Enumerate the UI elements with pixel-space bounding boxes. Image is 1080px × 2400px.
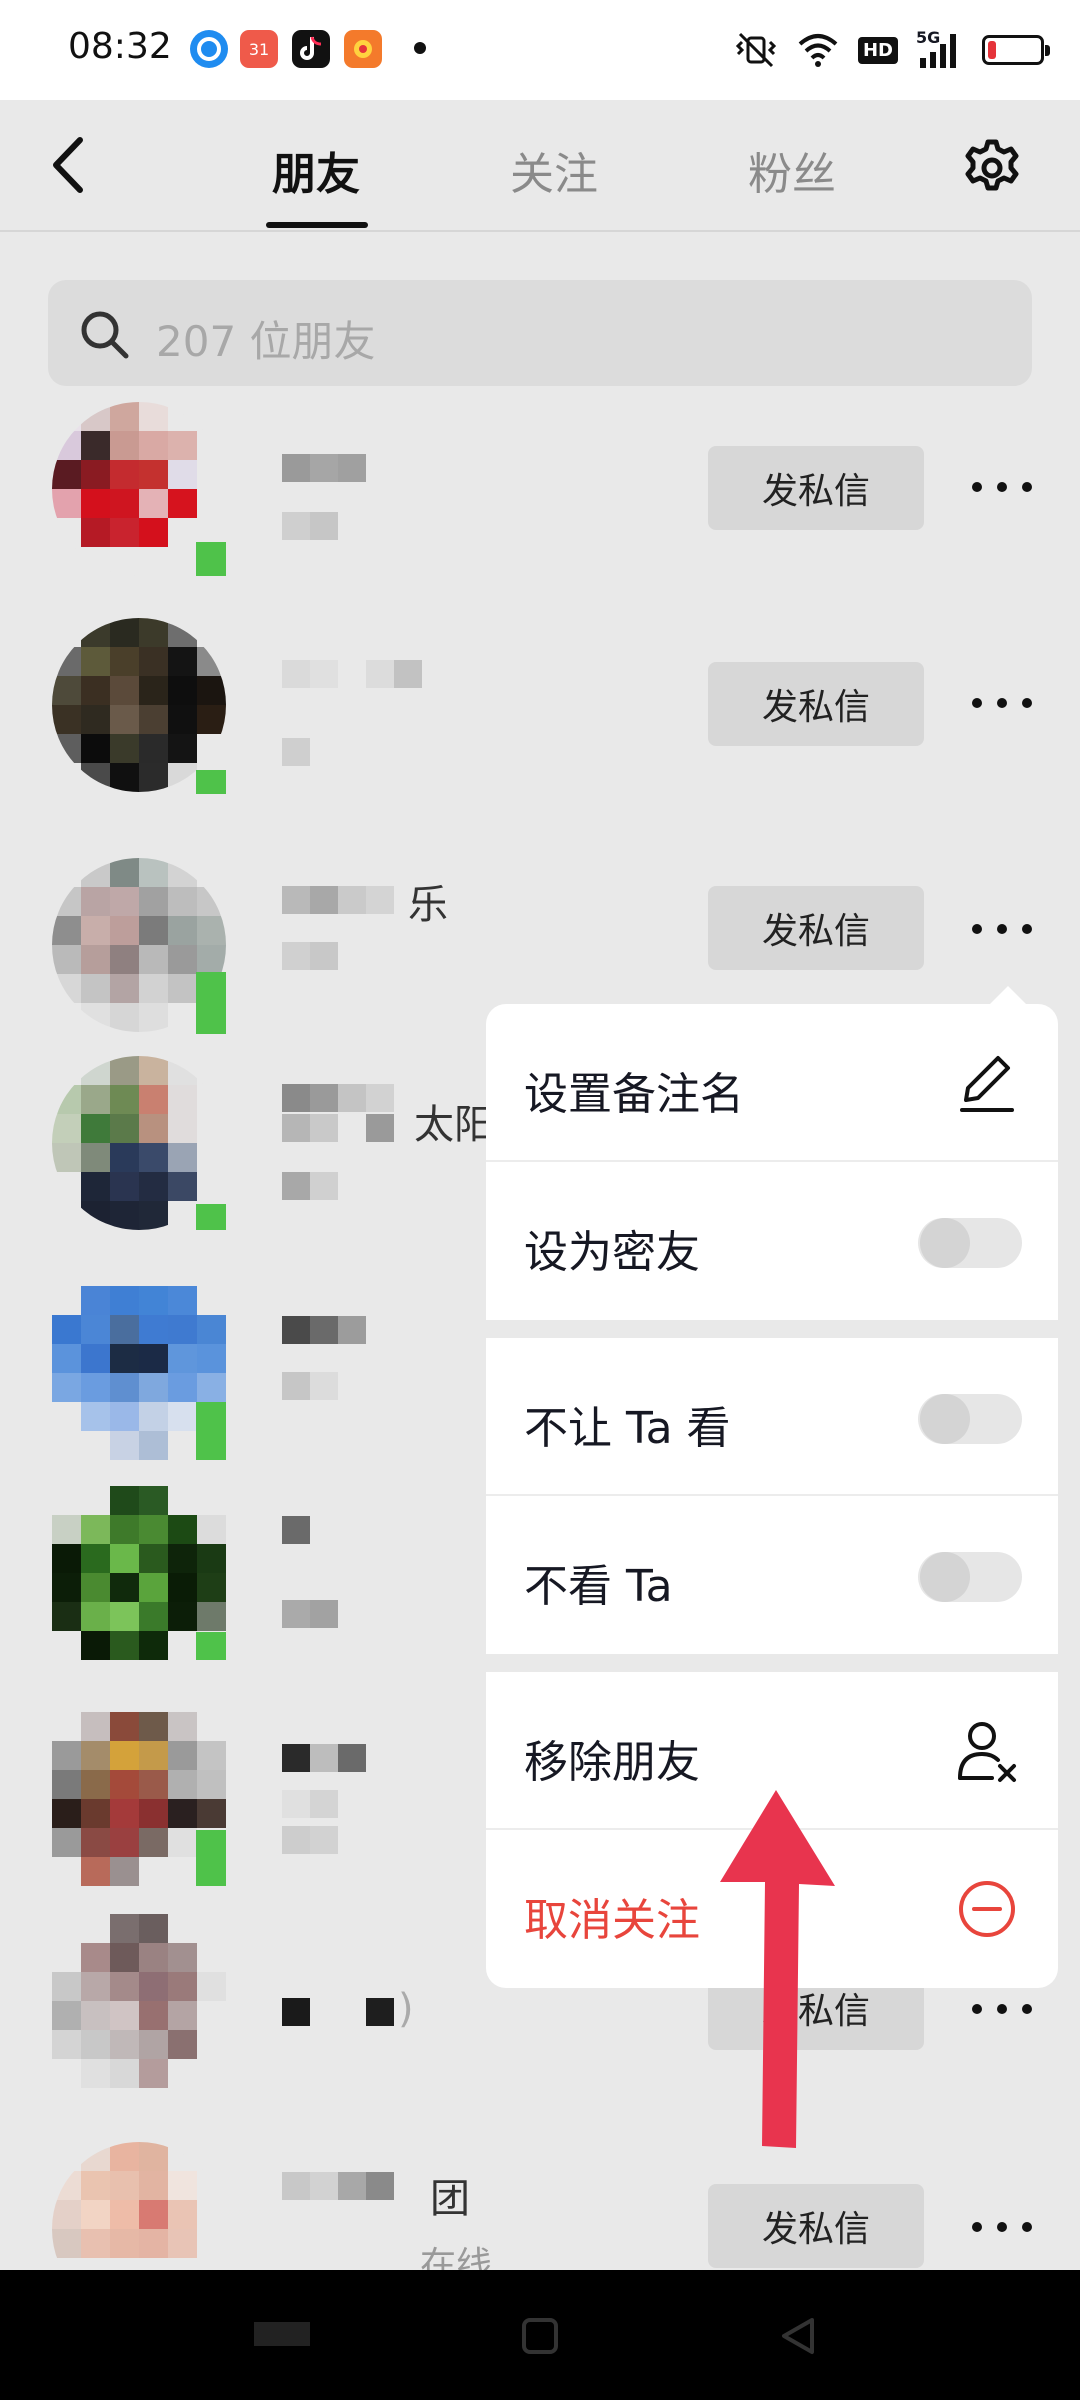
online-indicator — [196, 770, 226, 794]
top-nav: 朋友 关注 粉丝 — [0, 100, 1080, 232]
menu-group-top: 设置备注名 设为密友 — [486, 1004, 1058, 1320]
friend-name-suffix: 乐 — [408, 882, 448, 928]
name-blurred — [282, 886, 394, 916]
menu-item-hide-from-them[interactable]: 不让 Ta 看 — [486, 1338, 1058, 1496]
system-nav-bar — [0, 2270, 1080, 2400]
annotation-arrow — [720, 1790, 835, 2148]
name-blurred — [282, 1998, 394, 2028]
home-button[interactable] — [518, 2314, 562, 2358]
more-options-button[interactable] — [972, 472, 1032, 502]
gear-icon — [965, 139, 1019, 191]
message-button[interactable]: 发私信 — [708, 2184, 924, 2268]
subtitle-blurred — [282, 1372, 338, 1400]
tab-following[interactable]: 关注 — [510, 138, 598, 202]
online-indicator — [196, 1632, 226, 1660]
menu-group-privacy: 不让 Ta 看 不看 Ta — [486, 1338, 1058, 1654]
online-indicator — [196, 1830, 226, 1886]
subtitle-blurred — [282, 1826, 338, 1854]
hd-badge: HD — [857, 36, 898, 64]
menu-label: 取消关注 — [524, 1895, 700, 1946]
friend-name-suffix: ) — [398, 1986, 414, 2032]
message-button[interactable]: 发私信 — [708, 886, 924, 970]
message-button[interactable]: 发私信 — [708, 446, 924, 530]
search-placeholder: 207 位朋友 — [156, 317, 376, 366]
subtitle-blurred — [282, 512, 338, 540]
active-tab-indicator — [266, 222, 368, 228]
subtitle-blurred — [282, 738, 310, 766]
vibrate-icon — [735, 32, 777, 68]
pencil-icon — [960, 1056, 1014, 1112]
search-input[interactable]: 207 位朋友 — [48, 280, 1032, 386]
hide-them-toggle[interactable] — [918, 1552, 1022, 1602]
online-indicator — [196, 972, 226, 1034]
menu-label: 移除朋友 — [524, 1737, 700, 1788]
calendar-icon: 31 — [240, 30, 278, 68]
more-options-button[interactable] — [972, 914, 1032, 944]
avatar[interactable] — [52, 618, 226, 792]
toggle-knob — [920, 1394, 970, 1444]
menu-pointer — [988, 986, 1028, 1006]
battery-icon — [982, 35, 1050, 65]
menu-item-close-friend[interactable]: 设为密友 — [486, 1162, 1058, 1320]
settings-button[interactable] — [962, 138, 1022, 198]
subtitle-blurred — [282, 942, 338, 970]
close-friend-toggle[interactable] — [918, 1218, 1022, 1268]
menu-item-hide-them[interactable]: 不看 Ta — [486, 1496, 1058, 1654]
search-icon — [81, 311, 129, 359]
online-indicator — [196, 542, 226, 576]
friend-name-suffix: 团 — [430, 2176, 470, 2222]
name-blurred — [282, 1114, 394, 1144]
friend-row[interactable]: 团 在线 发私信 — [0, 2142, 1080, 2270]
name-blurred — [282, 660, 422, 690]
name-blurred — [282, 454, 366, 484]
online-indicator — [196, 1204, 226, 1230]
name-blurred — [282, 1744, 366, 1774]
name-blurred — [282, 1316, 366, 1346]
name-blurred — [282, 2172, 394, 2202]
friend-status-text: 在线 — [420, 2245, 493, 2270]
toggle-knob — [920, 1218, 970, 1268]
more-options-button[interactable] — [972, 2212, 1032, 2242]
toggle-knob — [920, 1552, 970, 1602]
avatar[interactable] — [52, 1914, 226, 2088]
menu-label: 设为密友 — [524, 1227, 700, 1278]
tab-friends[interactable]: 朋友 — [272, 138, 360, 202]
notification-dot — [414, 42, 426, 54]
more-options-button[interactable] — [972, 1994, 1032, 2024]
battery-level — [988, 41, 996, 59]
recent-apps-button[interactable] — [250, 2314, 314, 2354]
menu-label: 不让 Ta 看 — [524, 1403, 731, 1454]
more-options-button[interactable] — [972, 688, 1032, 718]
subtitle-blurred — [282, 1600, 338, 1628]
hide-from-them-toggle[interactable] — [918, 1394, 1022, 1444]
tab-followers[interactable]: 粉丝 — [748, 138, 836, 202]
back-button[interactable] — [42, 130, 102, 200]
status-bar: 08:32 31 HD 5G — [0, 0, 1080, 100]
status-time: 08:32 — [68, 26, 172, 67]
remove-user-icon — [958, 1722, 1016, 1782]
message-button[interactable]: 发私信 — [708, 662, 924, 746]
name-blurred — [282, 1084, 394, 1114]
friend-name-suffix: 太阳 — [414, 1102, 494, 1148]
friend-row[interactable]: 发私信 — [0, 402, 1080, 602]
menu-item-set-remark[interactable]: 设置备注名 — [486, 1004, 1058, 1162]
shopping-icon — [344, 30, 382, 68]
avatar[interactable] — [52, 2142, 226, 2270]
signal-icon: 5G — [916, 28, 964, 70]
tiktok-icon — [292, 30, 330, 68]
online-indicator — [196, 1402, 226, 1460]
location-icon — [190, 30, 228, 68]
back-nav-button[interactable] — [778, 2314, 818, 2358]
menu-label: 设置备注名 — [524, 1069, 744, 1120]
subtitle-blurred — [282, 1790, 338, 1818]
wifi-icon — [798, 34, 838, 67]
name-blurred — [282, 1516, 310, 1546]
menu-label: 不看 Ta — [524, 1561, 673, 1612]
calendar-badge: 31 — [248, 39, 270, 59]
status-icons: HD 5G — [734, 28, 1050, 72]
friend-row[interactable]: 发私信 — [0, 618, 1080, 818]
subtitle-blurred — [282, 1172, 338, 1200]
minus-circle-icon — [959, 1881, 1015, 1937]
